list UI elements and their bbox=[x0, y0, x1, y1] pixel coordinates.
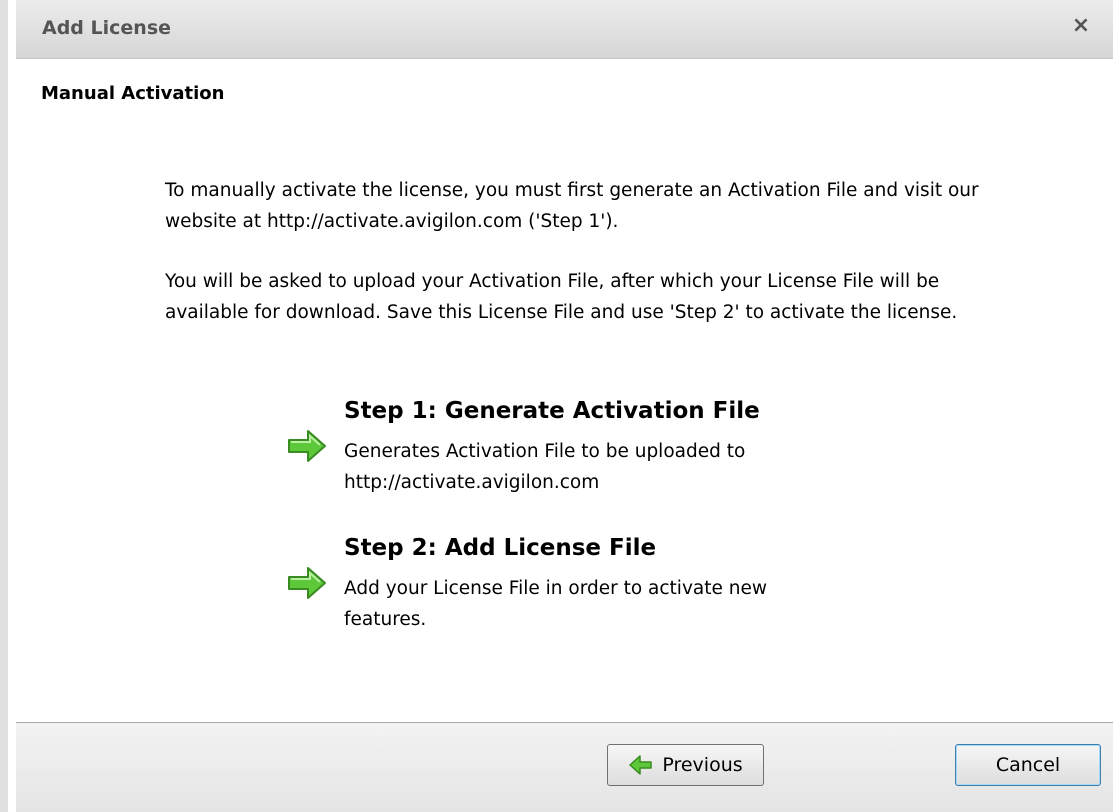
add-license-dialog: Add License × Manual Activation To manua… bbox=[0, 0, 1113, 812]
section-title: Manual Activation bbox=[41, 83, 225, 104]
instructions-paragraph-2: You will be asked to upload your Activat… bbox=[165, 271, 958, 323]
cancel-button-label: Cancel bbox=[995, 754, 1061, 776]
instructions-paragraph-1: To manually activate the license, you mu… bbox=[165, 180, 979, 232]
step-1-title: Step 1: Generate Activation File bbox=[344, 398, 760, 424]
step-2-title: Step 2: Add License File bbox=[344, 535, 657, 561]
green-arrow-right-icon bbox=[288, 430, 326, 462]
close-icon[interactable]: × bbox=[1069, 14, 1093, 38]
dialog-title: Add License bbox=[42, 17, 172, 39]
previous-button[interactable]: Previous bbox=[607, 744, 764, 786]
green-arrow-right-icon bbox=[288, 567, 326, 599]
cancel-button[interactable]: Cancel bbox=[955, 744, 1101, 786]
title-bar: Add License × bbox=[16, 0, 1113, 59]
step-1-description: Generates Activation File to be uploaded… bbox=[344, 441, 746, 493]
green-arrow-left-icon bbox=[629, 755, 653, 775]
previous-button-label: Previous bbox=[662, 754, 743, 776]
step-2-description: Add your License File in order to activa… bbox=[344, 578, 767, 630]
button-bar: Previous Cancel bbox=[16, 722, 1113, 812]
